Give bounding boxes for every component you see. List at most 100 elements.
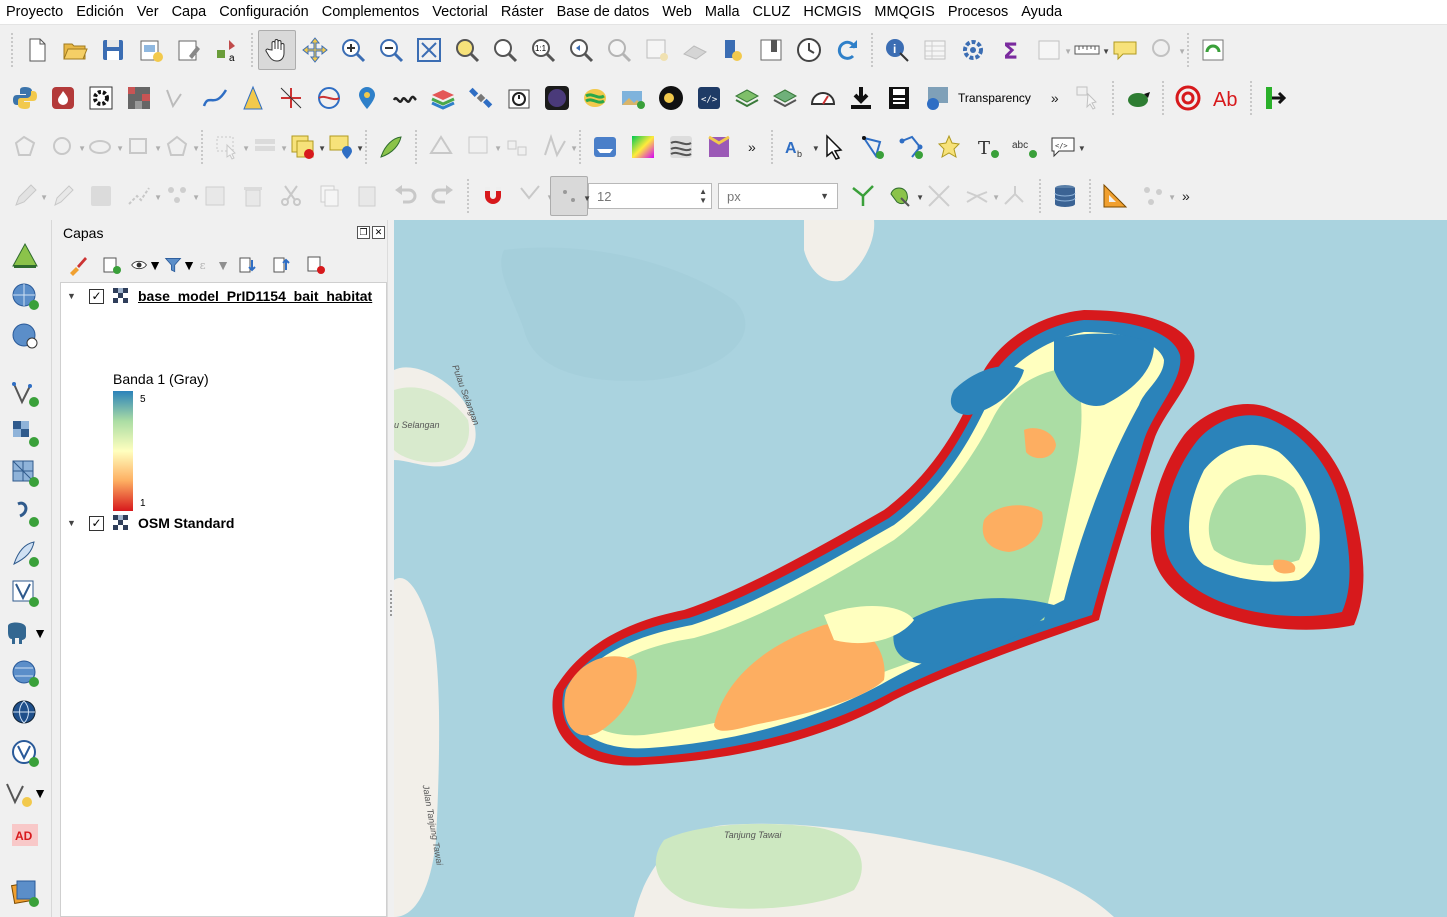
save-project-button[interactable] xyxy=(94,30,132,70)
toggle-editing-button[interactable]: ▼ xyxy=(6,176,48,216)
plugin-tool-button-8[interactable] xyxy=(310,78,348,118)
add-abc-button[interactable]: abc xyxy=(1006,127,1044,167)
plugin-tool-button-32[interactable] xyxy=(700,127,738,167)
remove-layer-button[interactable] xyxy=(300,251,332,279)
plugin-tool-button-3[interactable] xyxy=(120,78,158,118)
digitize-tool-button-4[interactable]: ▼ xyxy=(120,127,162,167)
filter-legend-button[interactable]: ▼ xyxy=(164,251,196,279)
plugin-tool-button-1[interactable] xyxy=(44,78,82,118)
map-tips-button[interactable] xyxy=(1106,30,1144,70)
add-star-button[interactable] xyxy=(930,127,968,167)
advanced-digitize-button-3[interactable] xyxy=(498,127,536,167)
menu-configuracion[interactable]: Configuración xyxy=(213,0,315,25)
map-layout-plugin-button[interactable] xyxy=(3,875,47,911)
plugin-tool-button-13[interactable] xyxy=(500,78,538,118)
new-geopackage-layer-button[interactable]: ▼ xyxy=(3,775,47,811)
plugin-tool-button-7[interactable] xyxy=(272,78,310,118)
measure-line-button[interactable]: ▼ xyxy=(1068,30,1110,70)
transparency-label[interactable]: Transparency xyxy=(956,91,1041,105)
reload-plugin-button[interactable] xyxy=(1194,30,1232,70)
plugin-tool-button-5[interactable] xyxy=(196,78,234,118)
toolbar-overflow-chevron[interactable]: » xyxy=(738,139,766,155)
topological-editing-button[interactable] xyxy=(844,176,882,216)
zoom-to-layer-button[interactable] xyxy=(486,30,524,70)
snapping-unit-select[interactable]: px ▼ xyxy=(718,183,838,209)
layout-manager-button[interactable] xyxy=(170,30,208,70)
new-bookmark-button[interactable] xyxy=(714,30,752,70)
show-bookmarks-button[interactable] xyxy=(752,30,790,70)
plugin-tool-button-22[interactable] xyxy=(842,78,880,118)
refresh-button[interactable] xyxy=(828,30,866,70)
select-features-button[interactable]: ▼ xyxy=(208,127,250,167)
modify-attributes-button[interactable] xyxy=(196,176,234,216)
rotate-label-button[interactable] xyxy=(892,127,930,167)
zoom-in-button[interactable] xyxy=(334,30,372,70)
add-delimited-text-button[interactable] xyxy=(3,495,47,531)
add-mesh-layer-button[interactable] xyxy=(3,455,47,491)
move-label-button[interactable] xyxy=(854,127,892,167)
search-magnifier-button[interactable]: ▼ xyxy=(1144,30,1186,70)
open-attribute-table-button[interactable] xyxy=(916,30,954,70)
add-line-feature-button[interactable]: ▼ xyxy=(120,176,162,216)
plugin-tool-button-11[interactable] xyxy=(424,78,462,118)
zoom-to-selection-button[interactable] xyxy=(448,30,486,70)
processing-toolbox-button[interactable] xyxy=(954,30,992,70)
layer-row-osm[interactable]: ▼ ✓ OSM Standard xyxy=(61,511,234,535)
layer-visibility-checkbox[interactable]: ✓ xyxy=(89,515,104,531)
plugin-tool-button-4[interactable] xyxy=(158,78,196,118)
plugin-tool-button-26[interactable] xyxy=(1169,78,1207,118)
select-by-value-button[interactable]: ▼ xyxy=(246,127,288,167)
snapping-mode-button[interactable]: ▼ xyxy=(512,176,554,216)
plugin-tool-button-10[interactable] xyxy=(386,78,424,118)
menu-mmqgis[interactable]: MMQGIS xyxy=(868,0,941,25)
menu-procesos[interactable]: Procesos xyxy=(942,0,1015,25)
new-project-button[interactable] xyxy=(18,30,56,70)
plugin-tool-button-23[interactable] xyxy=(880,78,918,118)
advanced-digitize-button-2[interactable]: ▼ xyxy=(460,127,502,167)
toolbar-overflow-chevron[interactable]: » xyxy=(1041,90,1069,106)
tracing-button[interactable] xyxy=(996,176,1034,216)
menu-raster[interactable]: Ráster xyxy=(495,0,551,25)
collapse-arrow-icon[interactable]: ▼ xyxy=(67,518,79,528)
select-label-button[interactable] xyxy=(816,127,854,167)
zoom-native-resolution-button[interactable]: 1:1 xyxy=(524,30,562,70)
digitize-tool-button-5[interactable]: ▼ xyxy=(158,127,200,167)
add-spatialite-layer-button[interactable] xyxy=(3,535,47,571)
plugin-tool-button-24[interactable] xyxy=(1069,78,1107,118)
spin-arrows-icon[interactable]: ▲ ▼ xyxy=(699,187,707,205)
plugin-tool-button-9[interactable] xyxy=(348,78,386,118)
undo-button[interactable] xyxy=(386,176,424,216)
zoom-next-button[interactable] xyxy=(600,30,638,70)
menu-edicion[interactable]: Edición xyxy=(70,0,131,25)
collapse-all-button[interactable] xyxy=(266,251,298,279)
cut-features-button[interactable] xyxy=(272,176,310,216)
add-xyz-layer-button[interactable] xyxy=(3,695,47,731)
digitize-tool-button-3[interactable]: ▼ xyxy=(82,127,124,167)
plugin-tool-button-14[interactable] xyxy=(538,78,576,118)
temporal-controller-button[interactable] xyxy=(790,30,828,70)
save-edits-button[interactable] xyxy=(82,176,120,216)
collapse-arrow-icon[interactable]: ▼ xyxy=(67,291,79,301)
menu-base-de-datos[interactable]: Base de datos xyxy=(551,0,657,25)
plugin-tool-button-31[interactable] xyxy=(662,127,700,167)
plugin-tool-button-20[interactable] xyxy=(766,78,804,118)
plugin-tool-button-16[interactable] xyxy=(614,78,652,118)
advanced-digitize-button-1[interactable] xyxy=(422,127,460,167)
label-settings-button[interactable]: Ab ▼ xyxy=(778,127,820,167)
open-layer-styling-button[interactable] xyxy=(62,251,94,279)
feather-tool-button[interactable] xyxy=(372,127,410,167)
advanced-digitize-button-4[interactable]: ▼ xyxy=(536,127,578,167)
add-vector-tile-button[interactable] xyxy=(3,735,47,771)
plugin-tool-button-30[interactable] xyxy=(624,127,662,167)
avoid-intersections-button[interactable]: ▼ xyxy=(882,176,924,216)
deselect-features-button[interactable]: ▼ xyxy=(284,127,326,167)
delete-selected-button[interactable] xyxy=(234,176,272,216)
style-manager-button[interactable]: a xyxy=(208,30,246,70)
plugin-tool-button-2[interactable] xyxy=(82,78,120,118)
new-print-layout-button[interactable] xyxy=(132,30,170,70)
digitize-tool-button-2[interactable]: ▼ xyxy=(44,127,86,167)
open-project-button[interactable] xyxy=(56,30,94,70)
plugin-tool-button-29[interactable] xyxy=(586,127,624,167)
add-raster-layer-button[interactable] xyxy=(3,415,47,451)
vertex-tool-button[interactable]: ▼ xyxy=(158,176,200,216)
